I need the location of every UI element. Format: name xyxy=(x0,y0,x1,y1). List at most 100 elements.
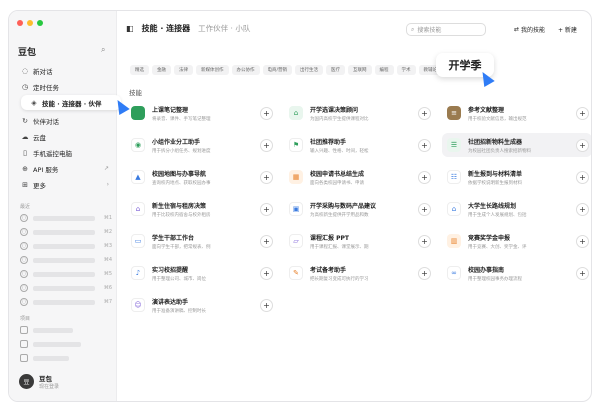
skill-card[interactable]: ☰ 社团招新物料生成器 为校园社团负责人搜索招新物料 + xyxy=(442,133,591,157)
close-window-button[interactable] xyxy=(17,20,23,26)
clock-icon: ◷ xyxy=(21,82,29,91)
nav-label: 手机遥控电脑 xyxy=(33,149,72,158)
skill-title: 新生报到与材料清单 xyxy=(468,170,523,178)
skill-card[interactable]: ▣ 开学采购与数码产品建议 为高校新生提供开学用品和数 + xyxy=(284,197,434,221)
add-skill-button[interactable]: + xyxy=(418,266,431,280)
add-skill-button[interactable]: + xyxy=(418,138,431,152)
skill-card[interactable]: ✎ 考试备考助手 把长期复习变成可执行的学习 + xyxy=(284,261,434,285)
shortcut-label: ⌘3 xyxy=(103,243,112,249)
skill-card[interactable]: ▭ 学生干部工作台 面向学生干部，把常规表、例 + xyxy=(126,229,276,253)
nav-api-service[interactable]: ⊕ API 服务 ↗ xyxy=(12,161,114,176)
add-skill-button[interactable]: + xyxy=(576,170,589,184)
home-icon: ⌂ xyxy=(131,202,145,216)
new-button[interactable]: + 新建 xyxy=(558,23,577,36)
project-item[interactable] xyxy=(20,353,112,363)
skill-card[interactable]: ∞ 校园办事指南 用于整理校园事务办理流程 + xyxy=(442,261,591,285)
skill-card[interactable]: ▲ 校园地图与办事导航 查询校内地点、获取校园办事 + xyxy=(126,165,276,189)
skill-card[interactable]: ♪ 实习校招提醒 用于整理公司、城市、岗位 + xyxy=(126,261,276,285)
nav-partner-chat[interactable]: ↻ 伙伴对话 xyxy=(12,113,114,128)
chip[interactable]: 医疗 xyxy=(326,65,346,75)
chip[interactable]: 法律 xyxy=(174,65,193,75)
skill-card-text: 开学采购与数码产品建议 为高校新生提供开学用品和数 xyxy=(310,201,418,218)
add-skill-button[interactable]: + xyxy=(418,106,431,120)
page-title[interactable]: 技能 · 连接器 xyxy=(142,23,191,34)
chip[interactable]: 互联网 xyxy=(348,65,372,75)
nav-cloud-drive[interactable]: ☁ 云盘 xyxy=(12,129,114,144)
skill-card[interactable]: ☺ 演讲表达助手 用于准备演讲稿、控制时长 + xyxy=(126,293,276,317)
add-skill-button[interactable]: + xyxy=(260,234,273,248)
chat-icon: ◌ xyxy=(20,270,28,278)
nav-new-chat[interactable]: ◌ 新对话 xyxy=(12,63,114,78)
add-skill-button[interactable]: + xyxy=(418,234,431,248)
list-icon: ☰ xyxy=(447,138,461,152)
skill-card[interactable]: ▥ 竞赛奖学金申报 用于竞赛、大创、奖学金、评 + xyxy=(442,229,591,253)
zoom-window-button[interactable] xyxy=(37,20,43,26)
add-skill-button[interactable]: + xyxy=(260,138,273,152)
history-item[interactable]: ◌ ⌘5 xyxy=(20,269,112,279)
history-item[interactable]: ◌ ⌘1 xyxy=(20,213,112,223)
skill-description: 用于生成个人发展规划、包括 xyxy=(468,212,527,218)
skill-description: 用于校验文献信息，输出规范 xyxy=(468,116,527,122)
skill-card[interactable]: ▱ 课程汇报 PPT 用于课程汇报、课堂展示、期 + xyxy=(284,229,434,253)
add-skill-button[interactable]: + xyxy=(260,298,273,312)
chat-icon: ◌ xyxy=(20,228,28,236)
add-skill-button[interactable]: + xyxy=(260,202,273,216)
skill-card[interactable]: ≡ 参考文献整理 用于校验文献信息，输出规范 + xyxy=(442,101,591,125)
shop-icon: ▣ xyxy=(289,202,303,216)
user-profile[interactable]: 豆 豆包 现在登录 xyxy=(19,373,59,390)
history-item[interactable]: ◌ ⌘2 xyxy=(20,227,112,237)
my-skills-button[interactable]: ⇄ 我的技能 xyxy=(514,23,545,36)
new-label: + 新建 xyxy=(558,27,577,34)
skill-card[interactable]: ⌂ 大学生长路线规划 用于生成个人发展规划、包括 + xyxy=(442,197,591,221)
add-skill-button[interactable]: + xyxy=(418,202,431,216)
history-item[interactable]: ◌ ⌘3 xyxy=(20,241,112,251)
nav-label: 更多 xyxy=(33,181,46,190)
shortcut-label: ⌘4 xyxy=(103,257,112,263)
add-skill-button[interactable]: + xyxy=(576,266,589,280)
minimize-window-button[interactable] xyxy=(27,20,33,26)
chip[interactable]: 办公协作 xyxy=(231,65,260,75)
add-skill-button[interactable]: + xyxy=(576,138,589,152)
add-skill-button[interactable]: + xyxy=(260,170,273,184)
nav-more[interactable]: ⊞ 更多 › xyxy=(12,177,114,192)
search-icon[interactable]: ⌕ xyxy=(101,45,105,55)
add-skill-button[interactable]: + xyxy=(576,202,589,216)
brand-title: 豆包 xyxy=(18,48,37,58)
add-skill-button[interactable]: + xyxy=(260,106,273,120)
target-icon: ◉ xyxy=(131,138,145,152)
skill-card[interactable]: ⌂ 开学选课决策顾问 为国内高校学生提供课程对比 + xyxy=(284,101,434,125)
nav-scheduled-tasks[interactable]: ◷ 定时任务 xyxy=(12,79,114,94)
skill-card-text: 考试备考助手 把长期复习变成可执行的学习 xyxy=(310,265,418,282)
skill-card[interactable]: ⚑ 社团推荐助手 输入兴趣、性格、时间，轻松 + xyxy=(284,133,434,157)
chip[interactable]: 出行生活 xyxy=(295,65,324,75)
project-item[interactable] xyxy=(20,339,112,349)
search-input[interactable]: ⌕ 搜索技能 xyxy=(406,23,486,36)
phone-icon: ▯ xyxy=(23,148,27,157)
chip[interactable]: 新媒体创作 xyxy=(196,65,229,75)
skill-description: 用于课程汇报、课堂展示、期 xyxy=(310,244,369,250)
my-skills-label: 我的技能 xyxy=(521,27,546,34)
skill-card[interactable]: ▦ 校园申请书总结生成 面向各类校园申请书、申请 + xyxy=(284,165,434,189)
add-skill-button[interactable]: + xyxy=(576,234,589,248)
skill-card[interactable]: ☷ 新生报到与材料清单 依据学校说明新生报到材料 + xyxy=(442,165,591,189)
project-item[interactable] xyxy=(20,325,112,335)
chip[interactable]: 电商/营销 xyxy=(262,65,293,75)
nav-phone-remote[interactable]: ▯ 手机遥控电脑 xyxy=(12,145,114,160)
skill-card[interactable]: ⌂ 新生住宿与租房决策 用于比较校内宿舍与校外租房 + xyxy=(126,197,276,221)
chip[interactable]: 学术 xyxy=(396,65,416,75)
chip[interactable]: 精选 xyxy=(130,65,149,75)
history-item[interactable]: ◌ ⌘7 xyxy=(20,297,112,307)
chip[interactable]: 编程 xyxy=(374,65,394,75)
history-item[interactable]: ◌ ⌘6 xyxy=(20,283,112,293)
add-skill-button[interactable]: + xyxy=(576,106,589,120)
skill-card[interactable]: ▤ 上课笔记整理 将录音、课件、手写笔记整理 + xyxy=(126,101,276,125)
history-item[interactable]: ◌ ⌘4 xyxy=(20,255,112,265)
chip[interactable]: 金融 xyxy=(152,65,171,75)
nav-skills-connectors[interactable]: ◈ 技能 · 连接器 · 伙伴 xyxy=(21,95,121,110)
skill-card[interactable]: ◉ 小组作业分工助手 用于拆分小组任务、规划进度 + xyxy=(126,133,276,157)
chevron-right-icon: › xyxy=(106,181,109,188)
add-skill-button[interactable]: + xyxy=(418,170,431,184)
add-skill-button[interactable]: + xyxy=(260,266,273,280)
page-subtitle-tab[interactable]: 工作伙伴 · 小队 xyxy=(198,23,250,34)
sidebar-toggle-icon[interactable]: ◧ xyxy=(126,24,134,33)
